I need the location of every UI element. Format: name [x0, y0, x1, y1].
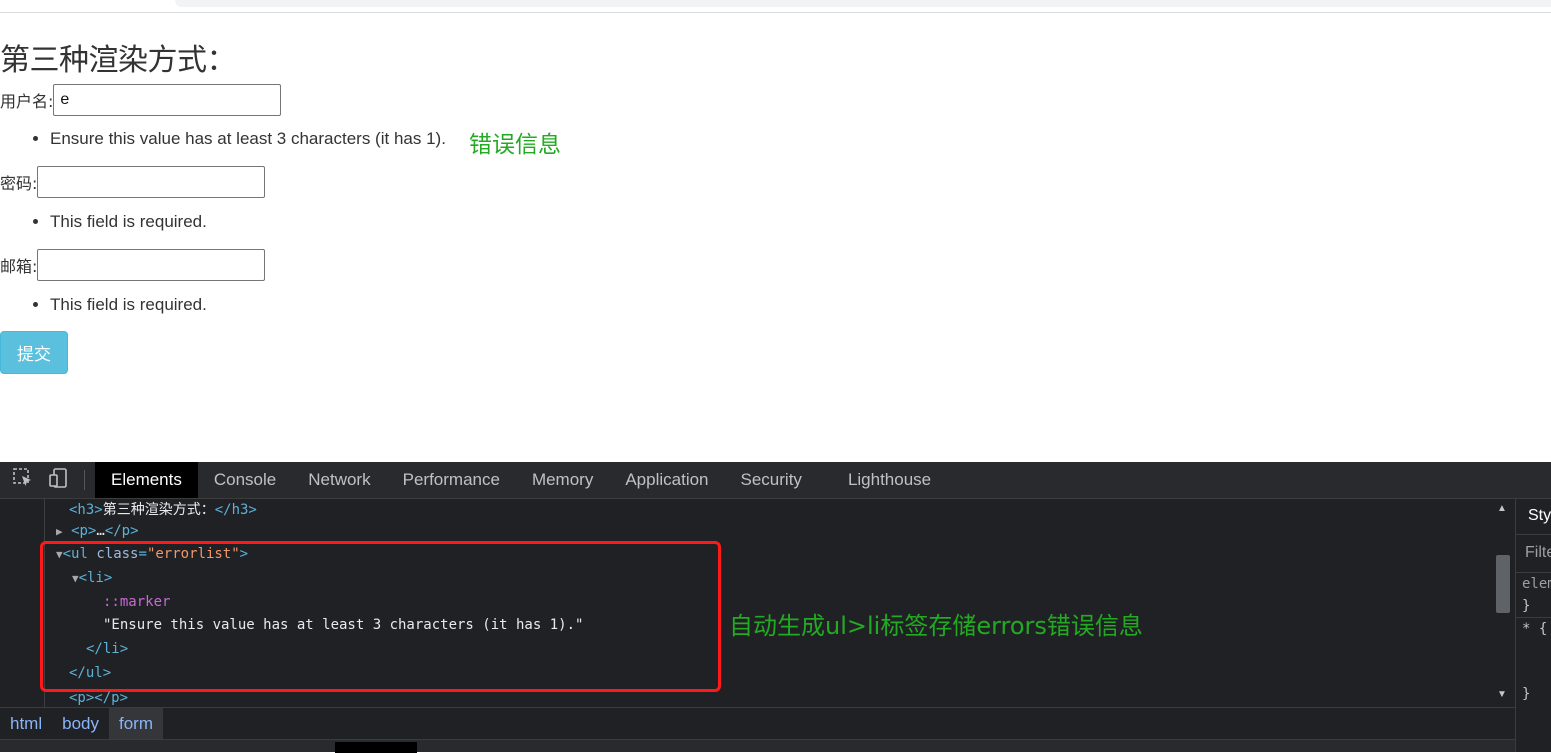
username-row: 用户名: — [0, 84, 282, 116]
browser-top-strip — [0, 0, 1551, 13]
styles-tab[interactable]: Styles — [1516, 499, 1551, 535]
dom-node-li[interactable]: ▼<li> — [72, 570, 112, 586]
email-errorlist: This field is required. — [0, 295, 207, 315]
breadcrumb-html[interactable]: html — [0, 708, 52, 739]
drawer-tab[interactable] — [335, 742, 417, 753]
ul-class-value: errorlist — [155, 546, 232, 562]
password-input[interactable] — [37, 166, 266, 198]
dom-node-h3[interactable]: <h3>第三种渲染方式：</h3> — [69, 499, 257, 519]
devtools-panel: Elements Console Network Performance Mem… — [0, 462, 1551, 753]
email-input[interactable] — [37, 249, 266, 281]
devtools-tabbar: Elements Console Network Performance Mem… — [0, 462, 1551, 499]
toolbar-separator — [84, 470, 85, 490]
tab-elements[interactable]: Elements — [95, 462, 198, 498]
drawer-bar — [0, 739, 1515, 753]
dom-node-ul-close[interactable]: </ul> — [69, 665, 111, 681]
page-content: 第三种渲染方式： 用户名: Ensure this value has at l… — [0, 13, 1551, 462]
styles-pane: Styles Filter element.style { } * { } — [1515, 499, 1551, 752]
error-item: This field is required. — [50, 295, 207, 315]
email-row: 邮箱: — [0, 249, 266, 281]
tab-memory[interactable]: Memory — [516, 462, 609, 498]
devtools-annotation: 自动生成ul>li标签存储errors错误信息 — [729, 612, 1143, 640]
scroll-up-icon[interactable]: ▲ — [1497, 503, 1507, 514]
password-row: 密码: — [0, 166, 266, 198]
dom-node-ul[interactable]: ▼<ul class="errorlist"> — [56, 546, 248, 562]
styles-filter-input[interactable]: Filter — [1516, 535, 1551, 573]
scroll-thumb[interactable] — [1496, 555, 1510, 613]
dom-tree: <h3>第三种渲染方式：</h3> ▶ <p>…</p> ▼<ul class=… — [0, 499, 1493, 707]
error-item: Ensure this value has at least 3 charact… — [50, 129, 446, 149]
page-title: 第三种渲染方式： — [0, 43, 237, 78]
style-rule-line: } — [1522, 686, 1531, 702]
collapse-triangle-icon[interactable]: ▼ — [56, 548, 63, 561]
dom-node-p[interactable]: ▶ <p>…</p> — [56, 523, 139, 539]
username-input[interactable] — [53, 84, 282, 116]
tab-network[interactable]: Network — [292, 462, 386, 498]
style-rule-line: element.style { — [1522, 576, 1551, 592]
email-label: 邮箱: — [0, 257, 38, 276]
devtools-tools — [0, 462, 95, 498]
device-toolbar-icon[interactable] — [48, 467, 70, 494]
tab-application[interactable]: Application — [609, 462, 724, 498]
dom-node-li-close[interactable]: </li> — [86, 641, 128, 657]
inspect-element-icon[interactable] — [12, 467, 34, 494]
breadcrumb-body[interactable]: body — [52, 708, 109, 739]
error-item: This field is required. — [50, 212, 207, 232]
address-bar-edge — [175, 0, 1551, 7]
h3-text: 第三种渲染方式： — [102, 502, 215, 518]
password-errorlist: This field is required. — [0, 212, 207, 232]
username-label: 用户名: — [0, 92, 54, 111]
collapse-triangle-icon[interactable]: ▼ — [72, 572, 79, 585]
dom-scrollbar[interactable]: ▲ ▼ — [1493, 499, 1515, 707]
style-rule-line: } — [1522, 598, 1531, 614]
password-label: 密码: — [0, 174, 38, 193]
breadcrumb-form[interactable]: form — [109, 708, 163, 739]
dom-node-p2[interactable]: <p></p> — [69, 690, 128, 706]
tab-performance[interactable]: Performance — [387, 462, 516, 498]
style-rule-line: * { — [1516, 617, 1551, 639]
submit-button[interactable]: 提交 — [0, 331, 68, 374]
dom-breadcrumb: html body form — [0, 707, 1515, 739]
p-ellipsis: … — [96, 523, 105, 539]
expand-triangle-icon[interactable]: ▶ — [56, 525, 63, 538]
tab-security[interactable]: Security — [725, 462, 818, 498]
tab-lighthouse[interactable]: Lighthouse — [832, 462, 947, 498]
dom-node-marker[interactable]: ::marker — [103, 594, 170, 610]
username-errorlist: Ensure this value has at least 3 charact… — [0, 129, 446, 149]
tab-console[interactable]: Console — [198, 462, 292, 498]
error-annotation: 错误信息 — [469, 132, 561, 158]
dom-node-li-text[interactable]: "Ensure this value has at least 3 charac… — [103, 617, 583, 633]
scroll-down-icon[interactable]: ▼ — [1497, 689, 1507, 700]
